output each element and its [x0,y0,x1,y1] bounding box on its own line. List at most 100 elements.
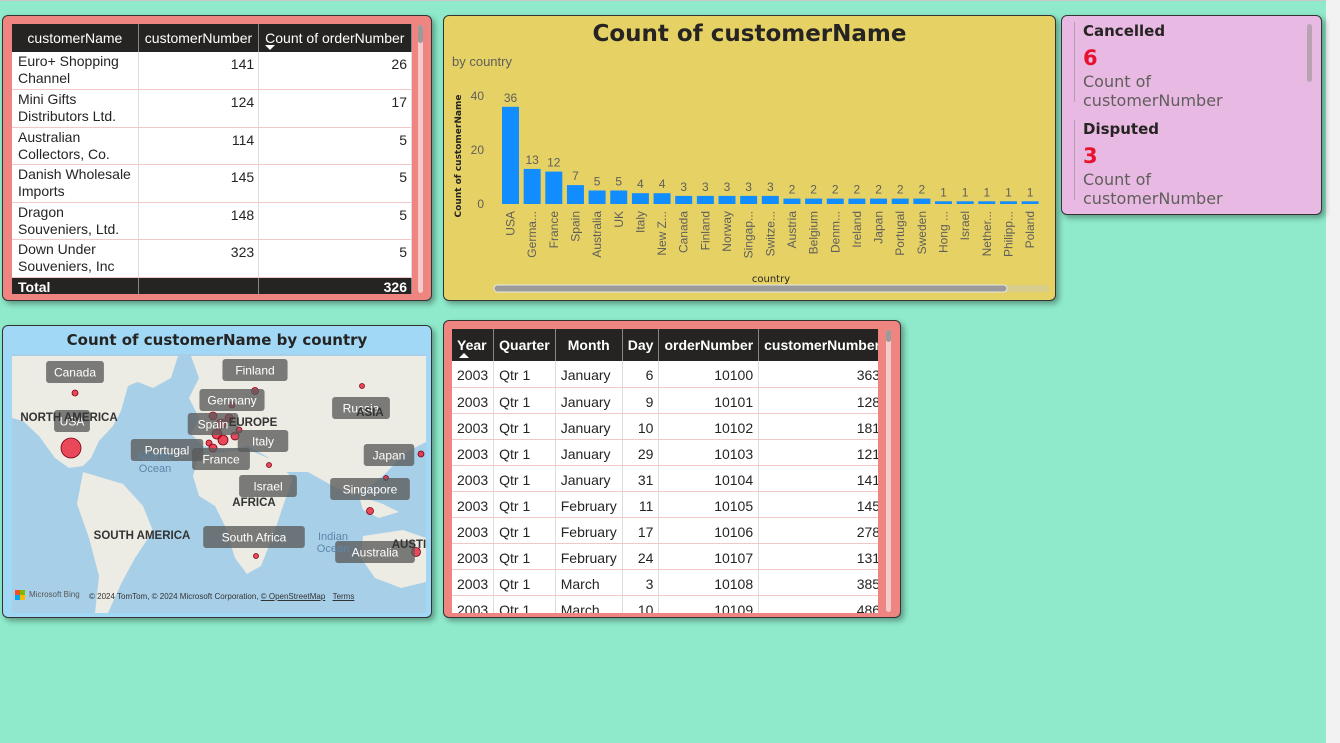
bar[interactable] [783,198,801,204]
column-header-customernumber[interactable]: customerNumber [138,24,260,52]
month-cell: January [555,387,623,414]
bar[interactable] [588,190,606,205]
table-row[interactable]: 2003 Qtr 1 January 31 10104 141 [452,465,878,492]
bar[interactable] [999,201,1017,204]
bar[interactable] [913,198,931,204]
x-tick-label: Nether... [980,211,994,256]
table-row[interactable]: Down Under Souveniers, Inc 323 5 [12,239,412,278]
quarter-cell: Qtr 1 [493,439,556,466]
bar[interactable] [740,195,758,204]
map-bubble[interactable] [417,450,425,458]
cards-scrollbar-thumb[interactable] [1307,24,1312,82]
bar[interactable] [523,168,541,204]
table-row[interactable]: Danish Wholesale Imports 145 5 [12,164,412,203]
bar[interactable] [935,201,952,204]
bar[interactable] [502,106,519,204]
bar[interactable] [610,190,628,205]
customer-table-scrollbar-track[interactable] [418,25,423,293]
customer-name-cell: Euro+ Shopping Channel [12,52,139,90]
order-count-cell: 17 [258,89,412,128]
table-row[interactable]: 2003 Qtr 1 January 10 10102 181 [452,413,878,440]
table-row[interactable]: 2003 Qtr 1 March 10 10109 486 [452,595,878,613]
bar[interactable] [631,193,649,204]
bar-chart-visual[interactable]: Count of customerName by country 0 20 40 Co… [443,15,1056,301]
map-brand: Microsoft Bing [29,590,80,599]
table-row[interactable]: 2003 Qtr 1 January 9 10101 128 [452,387,878,414]
map-bubble[interactable] [71,389,79,397]
table-row[interactable]: 2003 Qtr 1 January 29 10103 121 [452,439,878,466]
x-tick-label: Norway [720,211,734,252]
water-label: Ocean [317,543,349,555]
cards-visual[interactable]: Cancelled 6 Count of customerNumber Disp… [1061,15,1322,215]
map-visual[interactable]: Canada Finland Germany Russia USA Spain Italy P… [2,325,432,618]
card-disputed: Disputed 3 Count of customerNumber [1074,120,1294,208]
customer-table-visual[interactable]: customerName customerNumber Count of ord… [2,15,432,301]
map-svg[interactable]: Canada FinlandGermanyRussiaUSA SpainItalyP… [3,326,432,618]
column-header-customernumber[interactable]: customerNumber [758,329,878,361]
table-row[interactable]: 2003 Qtr 1 February 17 10106 278 [452,517,878,544]
map-bubble[interactable] [359,383,365,389]
column-header-year[interactable]: Year [452,329,495,361]
table-row[interactable]: 2003 Qtr 1 February 24 10107 131 [452,543,878,570]
column-header-day[interactable]: Day [622,329,660,361]
day-cell: 31 [622,465,660,492]
orders-table-scrollbar-thumb[interactable] [886,330,891,342]
column-header-count-ordernumber[interactable]: Count of orderNumber [258,24,412,52]
x-tick-label: Ireland [850,211,864,248]
bar[interactable] [675,195,693,204]
bar[interactable] [566,185,584,204]
data-label: 2 [875,183,882,197]
orders-table-scrollbar-track[interactable] [886,330,891,612]
map-bubble[interactable] [366,507,374,515]
column-header-quarter[interactable]: Quarter [493,329,556,361]
bar[interactable] [718,195,736,204]
customer-table-scrollbar-thumb[interactable] [418,25,423,43]
map-bubble[interactable] [60,437,82,459]
bar[interactable] [978,201,996,204]
x-tick-label: Germa... [525,211,539,258]
customer-name-cell: Australian Collectors, Co. [12,127,139,165]
bar[interactable] [891,198,909,204]
column-header-month[interactable]: Month [555,329,623,361]
map-bubble[interactable] [253,553,259,559]
customer-number-cell: 385 [758,569,878,596]
bar[interactable] [1021,201,1039,204]
column-header-customername[interactable]: customerName [12,24,139,52]
bar[interactable] [761,195,779,204]
bar[interactable] [826,198,844,204]
bar[interactable] [696,195,714,204]
horizontal-scrollbar-thumb[interactable] [493,284,1008,293]
year-cell: 2003 [452,387,495,414]
map-bubble[interactable] [217,434,229,446]
month-cell: February [555,491,623,518]
x-tick-label: Japan [872,211,886,244]
orders-table-visual[interactable]: Year Quarter Month Day orderNumber custo… [443,320,901,618]
data-label: 13 [525,153,539,167]
customer-name-cell: Danish Wholesale Imports [12,164,139,203]
terms-link[interactable]: Terms [333,592,355,601]
table-row[interactable]: Euro+ Shopping Channel 141 26 [12,52,412,90]
bar[interactable] [805,198,823,204]
customer-table: customerName customerNumber Count of ord… [12,24,412,294]
bar[interactable] [848,198,866,204]
table-row[interactable]: Dragon Souveniers, Ltd. 148 5 [12,202,412,240]
table-row[interactable]: 2003 Qtr 1 January 6 10100 363 [452,361,878,388]
table-row[interactable]: Australian Collectors, Co. 114 5 [12,127,412,165]
customer-number-cell: 141 [758,465,878,492]
table-row[interactable]: 2003 Qtr 1 March 3 10108 385 [452,569,878,596]
data-label: 2 [789,183,796,197]
month-cell: February [555,517,623,544]
openstreetmap-link[interactable]: © OpenStreetMap [261,592,326,601]
year-cell: 2003 [452,491,495,518]
table-row[interactable]: 2003 Qtr 1 February 11 10105 145 [452,491,878,518]
quarter-cell: Qtr 1 [493,361,556,388]
bar[interactable] [545,171,563,204]
column-header-ordernumber[interactable]: orderNumber [658,329,760,361]
bar[interactable] [870,198,888,204]
data-label: 5 [615,175,622,189]
table-row[interactable]: Mini Gifts Distributors Ltd. 124 17 [12,89,412,128]
bar[interactable] [653,193,671,204]
map-bubble[interactable] [266,462,272,468]
bar[interactable] [956,201,974,204]
region-label: EUROPE [229,417,278,429]
